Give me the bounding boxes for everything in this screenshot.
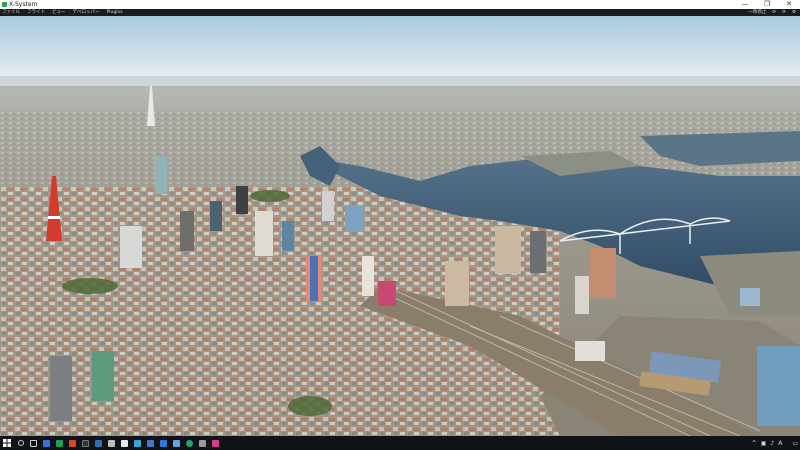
menu-view[interactable]: ビュー [52, 9, 66, 16]
simulator-viewport[interactable] [0, 16, 800, 436]
notification-icon[interactable]: ▭ [792, 440, 798, 447]
menu-plugins[interactable]: Plugins [107, 9, 123, 16]
app-icon-2[interactable] [53, 436, 66, 450]
app-logo-icon [2, 2, 7, 7]
app-icon-12[interactable] [183, 436, 196, 450]
app-icon-7[interactable] [118, 436, 131, 450]
maximize-button[interactable]: ❐ [756, 0, 778, 9]
app-icon-11[interactable] [170, 436, 183, 450]
settings-icon[interactable]: ⚙ [792, 9, 796, 16]
system-tray: ^ ▣ ♪ A ▭ [750, 436, 800, 450]
app-icon-13[interactable] [196, 436, 209, 450]
menu-file[interactable]: ファイル [2, 9, 20, 16]
volume-icon[interactable]: ♪ [770, 440, 774, 447]
tray-overflow-icon[interactable]: ^ [752, 440, 757, 447]
window-title: X-System [9, 1, 38, 8]
title-bar: X-System — ❐ ✕ [0, 0, 800, 9]
app-icon-10[interactable] [157, 436, 170, 450]
close-button[interactable]: ✕ [778, 0, 800, 9]
menu-developer[interactable]: デベロッパー [73, 9, 100, 16]
menu-bar: ファイル フライト ビュー デベロッパー Plugins 一時停止 ⟳ ⟳ ⚙ [0, 9, 800, 16]
app-icon-6[interactable] [105, 436, 118, 450]
ime-indicator[interactable]: A [778, 440, 782, 447]
app-icon-3[interactable] [66, 436, 79, 450]
app-icon-4[interactable] [79, 436, 92, 450]
sync-icon[interactable]: ⟳ [782, 9, 786, 16]
menu-right-controls: 一時停止 ⟳ ⟳ ⚙ [742, 9, 796, 16]
menu-flight[interactable]: フライト [27, 9, 45, 16]
scene-render [0, 16, 800, 436]
app-icon-14[interactable] [209, 436, 222, 450]
taskbar: ^ ▣ ♪ A ▭ [0, 436, 800, 450]
window-controls: — ❐ ✕ [734, 0, 800, 9]
minimize-button[interactable]: — [734, 0, 756, 9]
network-icon[interactable]: ▣ [761, 440, 767, 447]
app-icon-5[interactable] [92, 436, 105, 450]
windows-start-icon[interactable] [0, 436, 14, 450]
app-icon-9[interactable] [144, 436, 157, 450]
pause-indicator[interactable]: 一時停止 [748, 9, 766, 16]
search-icon[interactable] [14, 436, 27, 450]
app-icon-8[interactable] [131, 436, 144, 450]
reload-icon[interactable]: ⟳ [772, 9, 776, 16]
app-icon-1[interactable] [40, 436, 53, 450]
task-view-icon[interactable] [27, 436, 40, 450]
